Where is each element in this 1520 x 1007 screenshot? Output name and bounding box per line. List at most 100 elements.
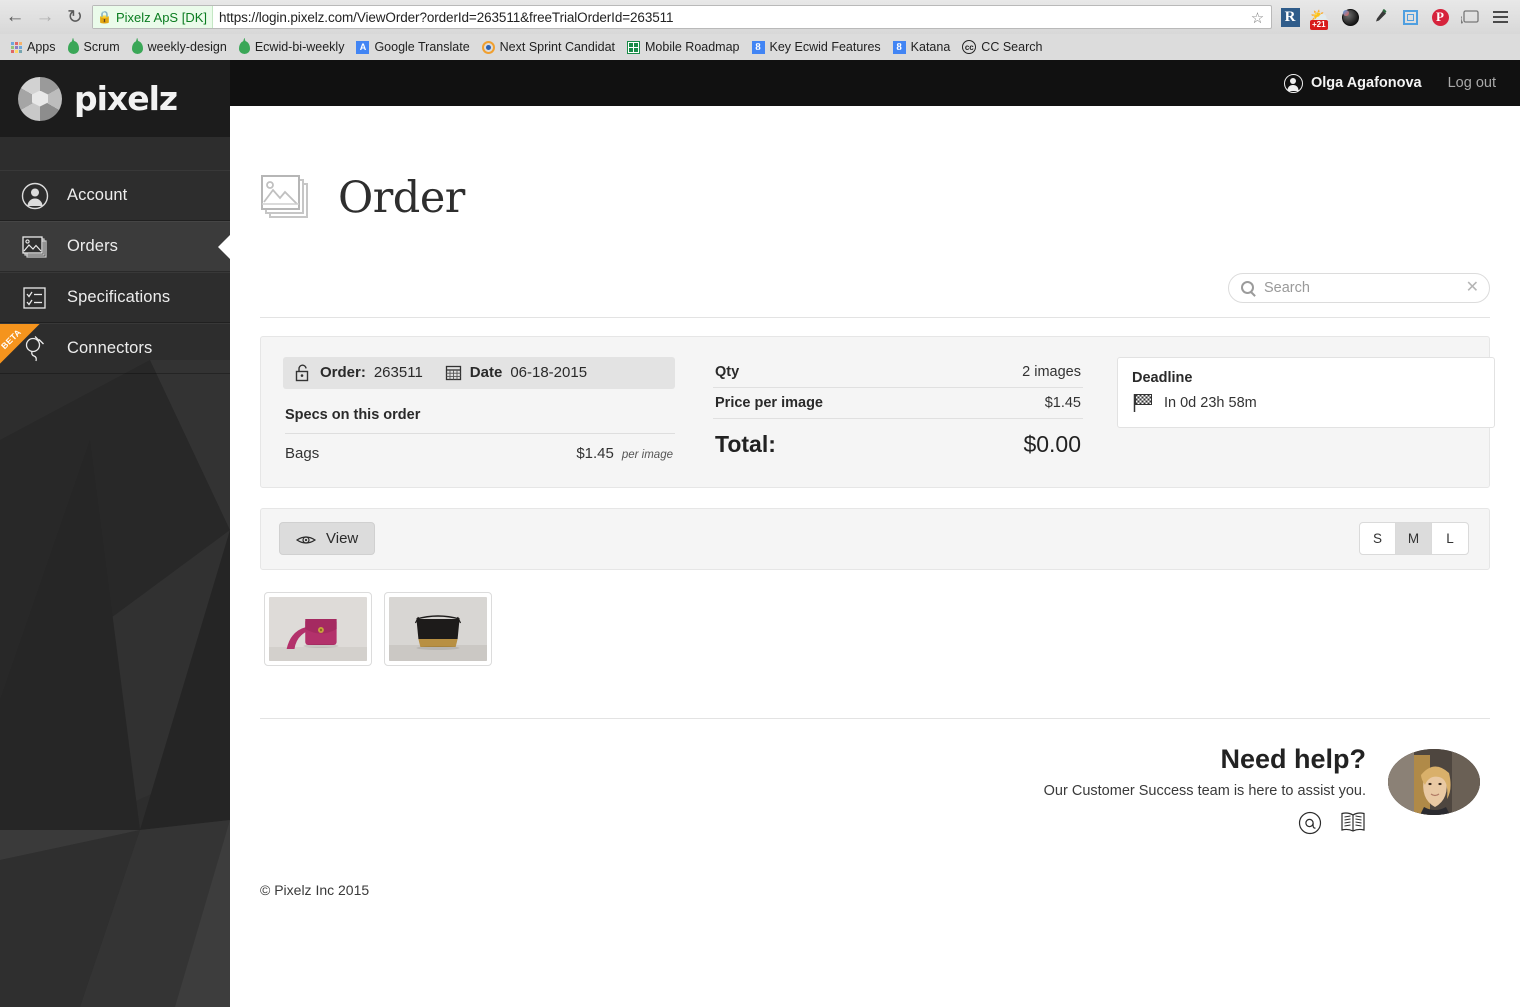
thumbnail-image <box>389 596 487 661</box>
user-menu[interactable]: Olga Agafonova <box>1283 73 1422 93</box>
google-translate-icon: A <box>356 40 370 54</box>
eyedropper-extension-icon[interactable] <box>1366 3 1394 31</box>
sidebar-logo[interactable]: pixelz <box>0 60 230 137</box>
search-row: ✕ <box>260 272 1490 318</box>
bookmark-google-translate[interactable]: A Google Translate <box>353 40 478 54</box>
main-content: Order ✕ Order: <box>230 106 1520 1007</box>
bookmark-key-ecwid-features[interactable]: 8 Key Ecwid Features <box>749 40 890 54</box>
spreadsheet-icon <box>627 40 640 54</box>
spec-name: Bags <box>285 444 320 462</box>
order-summary-right: Deadline In 0d 23h 58m <box>1117 356 1495 467</box>
lock-icon: 🔒 <box>97 10 112 24</box>
bookmark-mobile-roadmap[interactable]: Mobile Roadmap <box>624 40 749 54</box>
sidebar: pixelz Account Orders Specifications BET… <box>0 60 230 1007</box>
url-text: https://login.pixelz.com/ViewOrder?order… <box>219 9 674 25</box>
user-avatar-icon <box>1283 73 1303 93</box>
user-name-label: Olga Agafonova <box>1310 75 1422 91</box>
pink-ostrich-crossbody-bag[interactable] <box>264 591 372 666</box>
logout-link[interactable]: Log out <box>1448 75 1496 91</box>
date-label: Date <box>469 364 503 382</box>
forward-arrow-icon[interactable]: → <box>30 2 60 32</box>
bookmark-weekly-design[interactable]: weekly-design <box>129 40 236 54</box>
pinterest-extension-icon[interactable]: P <box>1426 3 1454 31</box>
green-drop-icon <box>67 40 79 54</box>
active-indicator-arrow <box>218 233 230 260</box>
price-row: Price per image $1.45 <box>713 386 1083 418</box>
thumbnail-image <box>269 596 367 661</box>
back-arrow-icon[interactable]: ← <box>0 2 30 32</box>
address-bar[interactable]: 🔒 Pixelz ApS [DK] https://login.pixelz.c… <box>92 5 1272 29</box>
bookmark-label: CC Search <box>981 40 1043 54</box>
spec-row: Bags $1.45 per image <box>285 432 675 462</box>
qty-value: 2 images <box>1022 363 1081 380</box>
images-stack-icon <box>260 174 316 222</box>
sidebar-item-orders[interactable]: Orders <box>0 221 230 272</box>
camera-glyph <box>1341 8 1359 26</box>
bookmark-label: Key Ecwid Features <box>769 40 881 54</box>
hamburger-glyph <box>1492 11 1508 23</box>
sidebar-item-account[interactable]: Account <box>0 170 230 221</box>
sidebar-item-connectors[interactable]: BETA Connectors <box>0 323 230 374</box>
bookmark-label: Ecwid-bi-weekly <box>254 40 345 54</box>
gallery-toolbar: View S M L <box>260 507 1490 570</box>
bookmark-label: Scrum <box>83 40 120 54</box>
orders-images-icon <box>20 232 50 262</box>
site-identity-chip[interactable]: 🔒 Pixelz ApS [DK] <box>93 6 213 28</box>
specs-title: Specs on this order <box>285 406 421 423</box>
readability-extension-icon[interactable]: R <box>1276 3 1304 31</box>
chrome-menu-icon[interactable] <box>1486 3 1514 31</box>
apps-grid-icon <box>11 41 22 53</box>
spec-price: $1.45 <box>576 444 614 462</box>
weather-extension-icon[interactable]: ⛅ +21 <box>1306 3 1334 31</box>
size-option-m[interactable]: M <box>1396 523 1432 555</box>
browser-nav-bar: ← → ↻ 🔒 Pixelz ApS [DK] https://login.pi… <box>0 0 1520 34</box>
bookmark-cc-search[interactable]: cc CC Search <box>959 40 1051 54</box>
help-title: Need help? <box>1220 743 1366 774</box>
sidebar-item-label: Account <box>67 186 128 204</box>
application-window: pixelz Account Orders Specifications BET… <box>0 60 1520 1007</box>
order-number-group: Order: 263511 <box>295 364 423 382</box>
size-option-s[interactable]: S <box>1360 523 1396 555</box>
price-label: Price per image <box>715 394 823 411</box>
bookmark-label: Katana <box>910 40 951 54</box>
deadline-title: Deadline <box>1132 369 1193 386</box>
size-option-l[interactable]: L <box>1432 523 1468 554</box>
screenshot-extension-icon[interactable] <box>1396 3 1424 31</box>
cast-icon[interactable] <box>1456 3 1484 31</box>
page-header: Order <box>230 106 1520 249</box>
bookmark-ecwid-bi-weekly[interactable]: Ecwid-bi-weekly <box>236 40 354 54</box>
order-summary-card: Order: 263511 Date 06-18-2015 Specs on t… <box>260 335 1495 488</box>
knowledge-base-book-icon[interactable] <box>1340 811 1366 840</box>
bookmark-star-icon[interactable]: ☆ <box>1248 8 1267 27</box>
sidebar-logo-text: pixelz <box>74 79 178 118</box>
reload-icon[interactable]: ↻ <box>60 2 90 32</box>
view-button[interactable]: View <box>279 522 376 556</box>
bookmark-next-sprint-candidates[interactable]: Next Sprint Candidat <box>479 40 624 54</box>
bookmarks-bar: Apps Scrum weekly-design Ecwid-bi-weekly… <box>0 34 1520 60</box>
target-icon <box>481 40 495 54</box>
sidebar-item-label: Specifications <box>67 288 171 306</box>
search-input[interactable] <box>1262 278 1458 297</box>
order-date-group: Date 06-18-2015 <box>445 364 587 381</box>
eyedropper-glyph <box>1376 9 1387 22</box>
camera-extension-icon[interactable] <box>1336 3 1364 31</box>
bookmark-katana[interactable]: 8 Katana <box>890 40 960 54</box>
search-box[interactable]: ✕ <box>1228 272 1490 303</box>
screenshot-glyph <box>1402 9 1418 25</box>
bookmark-apps[interactable]: Apps <box>8 40 65 54</box>
qty-row: Qty 2 images <box>713 357 1083 387</box>
sidebar-item-label: Connectors <box>67 339 153 357</box>
email-at-icon[interactable] <box>1298 811 1322 840</box>
google-docs-icon: 8 <box>892 40 906 54</box>
bookmark-label: weekly-design <box>147 40 227 54</box>
clear-x-icon[interactable]: ✕ <box>1466 279 1479 296</box>
qty-label: Qty <box>715 363 740 380</box>
help-icons <box>1044 811 1366 840</box>
browser-chrome: ← → ↻ 🔒 Pixelz ApS [DK] https://login.pi… <box>0 0 1520 60</box>
bookmark-label: Next Sprint Candidat <box>499 40 615 54</box>
black-gold-clutch-bag[interactable] <box>384 591 492 666</box>
eye-icon <box>295 533 317 545</box>
bookmark-scrum[interactable]: Scrum <box>65 40 129 54</box>
sidebar-item-specifications[interactable]: Specifications <box>0 272 230 323</box>
deadline-value: In 0d 23h 58m <box>1164 394 1257 411</box>
